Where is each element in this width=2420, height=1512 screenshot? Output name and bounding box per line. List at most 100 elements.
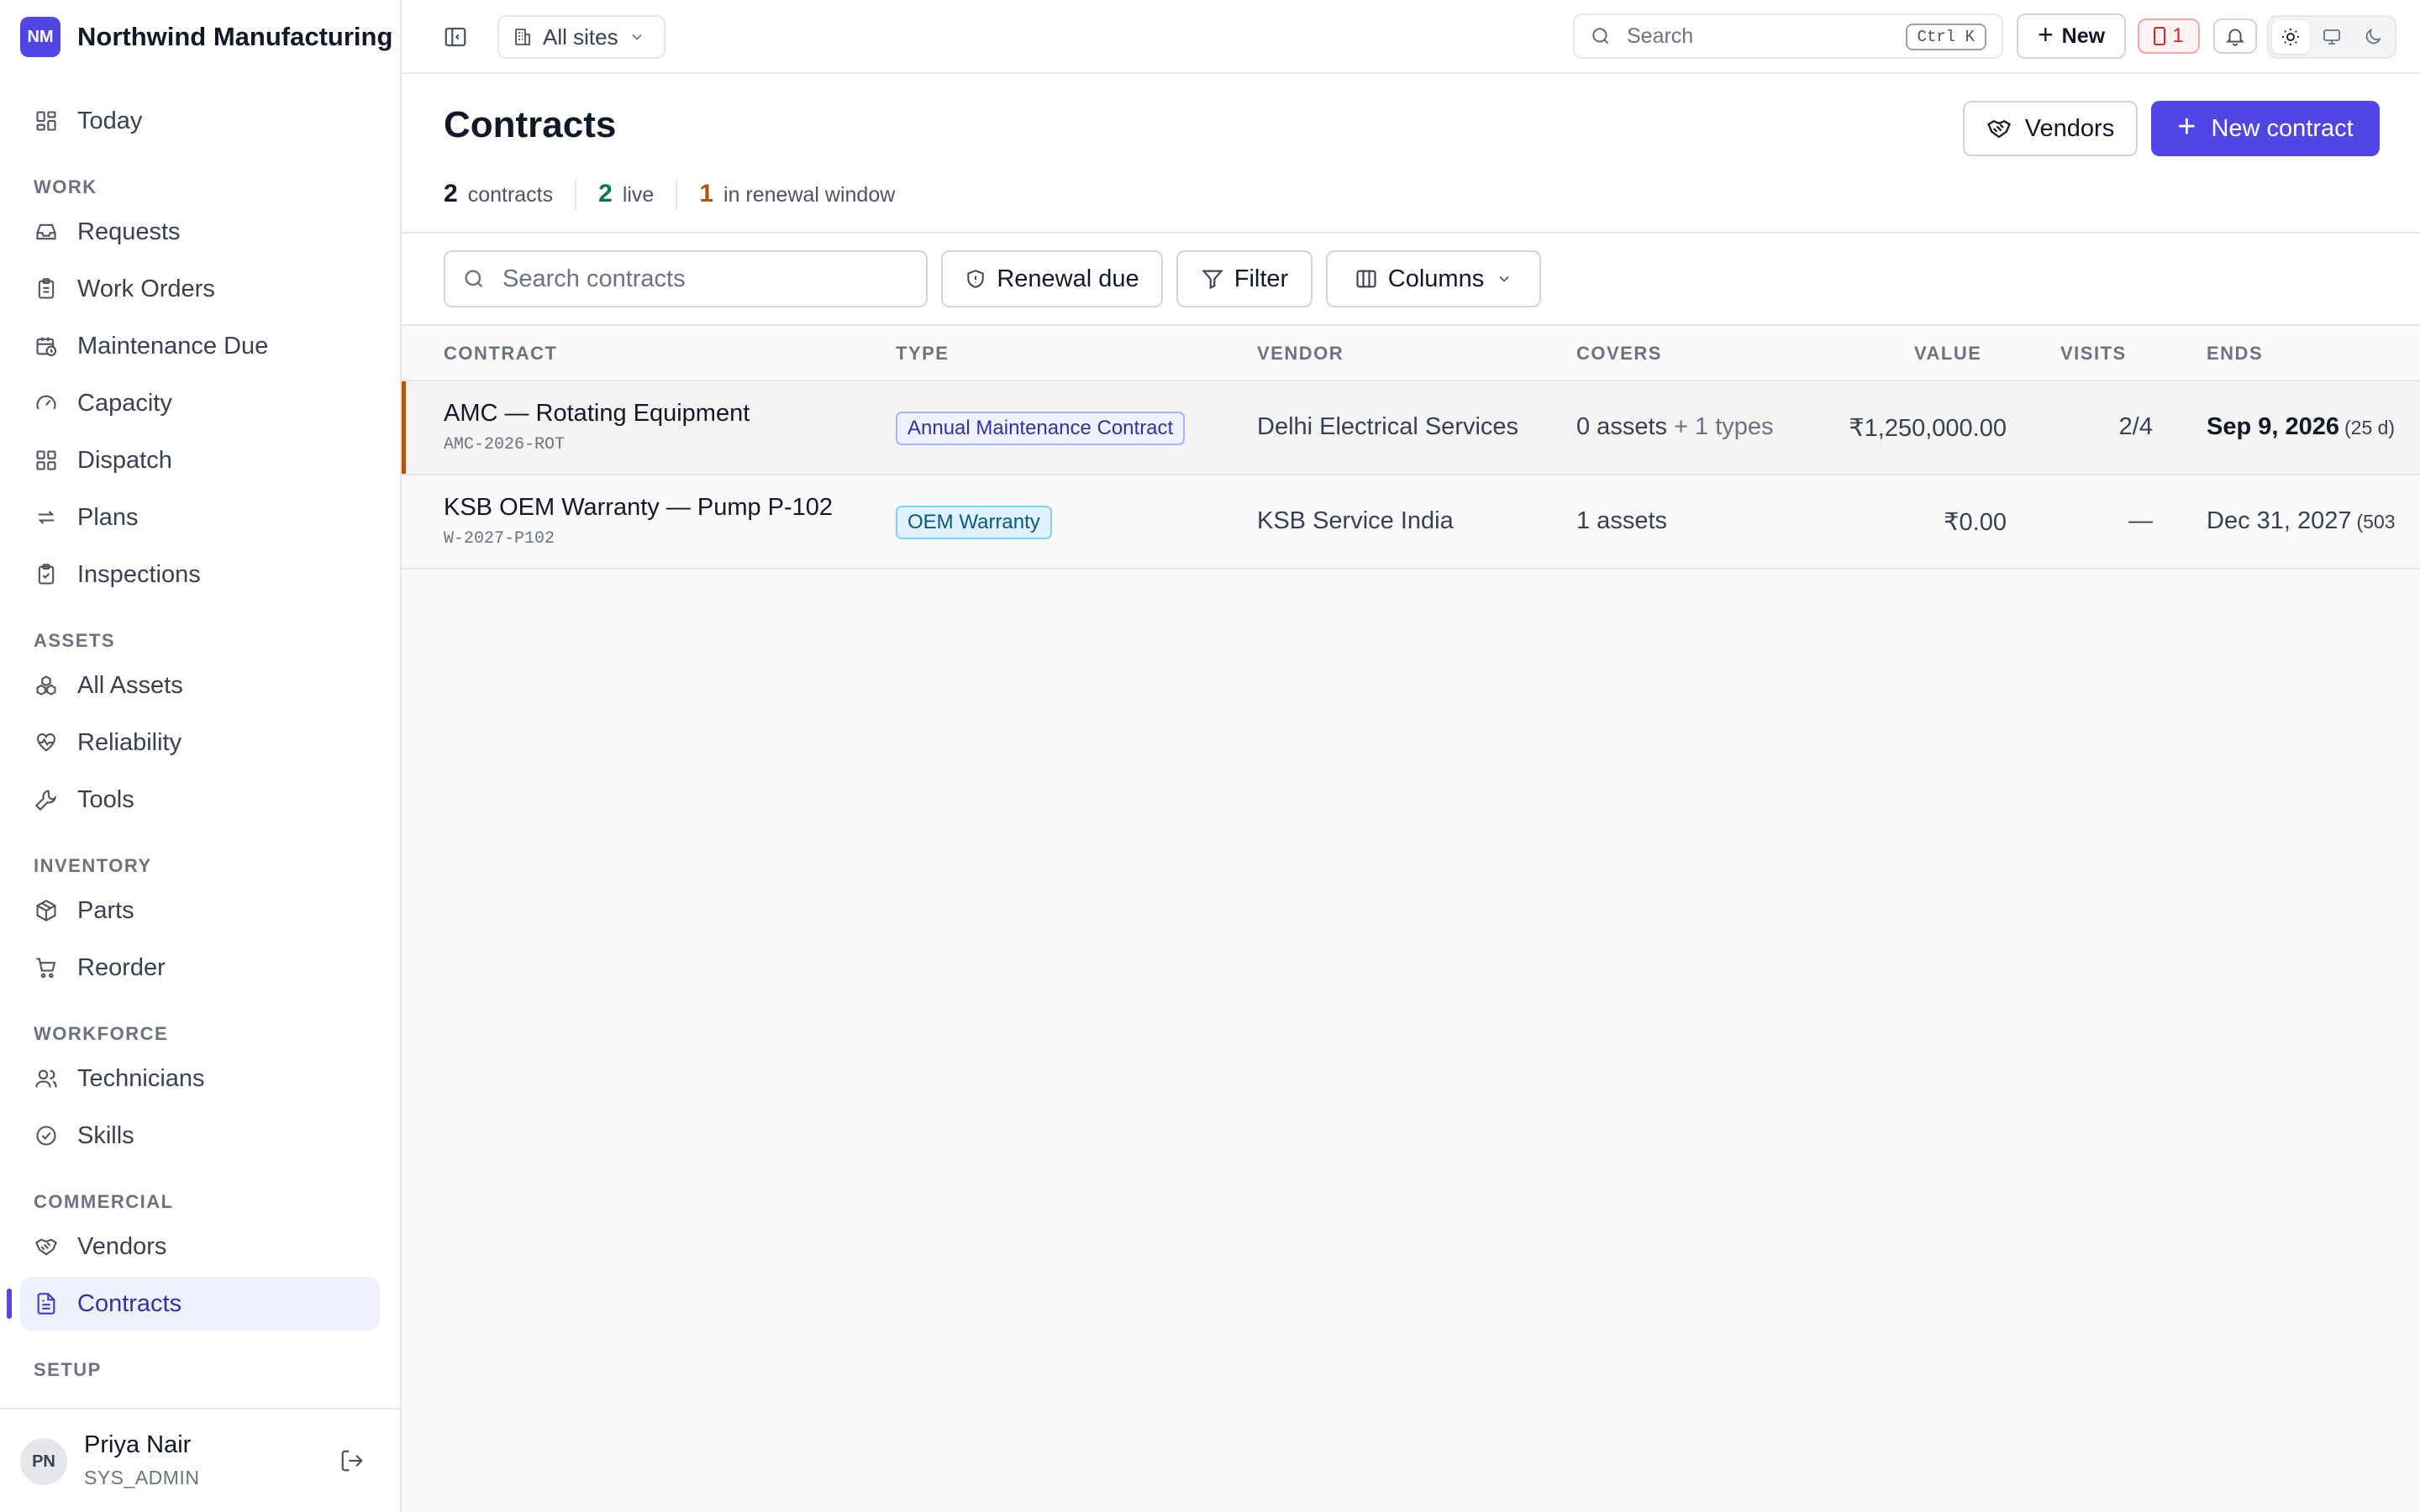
handshake-icon	[34, 1234, 59, 1259]
brand[interactable]: NM Northwind Manufacturing	[20, 17, 392, 57]
contract-vendor: Delhi Electrical Services	[1257, 413, 1519, 440]
nav-section-inventory: INVENTORY	[34, 855, 152, 876]
nav-section-setup: SETUP	[34, 1359, 102, 1380]
sidebar-item-all-assets[interactable]: All Assets	[20, 659, 380, 712]
sidebar-item-technicians[interactable]: Technicians	[20, 1052, 380, 1105]
columns-label: Columns	[1387, 265, 1485, 292]
sidebar-item-label: Requests	[77, 218, 181, 245]
plus-icon: +	[2037, 18, 2054, 50]
gauge-icon	[34, 391, 59, 416]
sidebar-item-label: Dispatch	[77, 446, 172, 474]
sidebar-item-work-orders[interactable]: Work Orders	[20, 262, 380, 316]
clipboard-list-icon	[34, 276, 59, 302]
alerts-badge[interactable]: 1	[2138, 18, 2200, 54]
sidebar-nav: Today WORK Requests Work Orders Maintena	[0, 94, 400, 1388]
contract-covers: 0 assets + 1 types	[1576, 413, 1774, 441]
column-header-covers[interactable]: COVERS	[1576, 326, 1662, 381]
sidebar-item-requests[interactable]: Requests	[20, 205, 380, 259]
grid-icon	[34, 448, 59, 473]
brand-logo: NM	[20, 17, 60, 57]
nav-section-commercial: COMMERCIAL	[34, 1191, 174, 1212]
table-row[interactable]: KSB OEM Warranty — Pump P-102 W-2027-P10…	[402, 475, 2420, 570]
contract-type-badge: OEM Warranty	[896, 506, 1052, 539]
new-button-label: New	[2061, 24, 2106, 48]
sidebar-item-parts[interactable]: Parts	[20, 884, 380, 937]
covers-assets: 1 assets	[1576, 507, 1667, 534]
stat-contracts: 2 contracts	[444, 180, 577, 210]
table-row[interactable]: AMC — Rotating Equipment AMC-2026-ROT An…	[402, 381, 2420, 475]
theme-light-button[interactable]	[2272, 20, 2310, 54]
users-icon	[34, 1066, 59, 1091]
site-selector[interactable]: All sites	[497, 15, 666, 59]
sidebar-item-maintenance-due[interactable]: Maintenance Due	[20, 319, 380, 373]
contract-name[interactable]: KSB OEM Warranty — Pump P-102	[444, 494, 833, 522]
sidebar-item-label: Capacity	[77, 389, 172, 417]
user-profile: PN Priya Nair SYS_ADMIN	[0, 1408, 400, 1512]
sidebar-item-label: Contracts	[77, 1289, 182, 1317]
sidebar-item-label: All Assets	[77, 671, 183, 699]
new-contract-button[interactable]: + New contract	[2151, 101, 2380, 156]
column-header-contract[interactable]: CONTRACT	[444, 326, 557, 381]
covers-assets: 0 assets	[1576, 413, 1667, 440]
contract-code: W-2027-P102	[444, 529, 555, 549]
column-header-visits[interactable]: VISITS	[2060, 326, 2127, 381]
vendors-button[interactable]: Vendors	[1963, 101, 2138, 156]
sidebar-item-capacity[interactable]: Capacity	[20, 376, 380, 430]
inbox-icon	[34, 219, 59, 244]
ends-date: Dec 31, 2027	[2207, 507, 2352, 534]
stat-label: in renewal window	[723, 183, 896, 207]
brand-name: Northwind Manufacturing	[77, 22, 393, 51]
sidebar-item-contracts[interactable]: Contracts	[7, 1277, 380, 1331]
shield-icon	[965, 268, 986, 290]
sidebar-item-inspections[interactable]: Inspections	[20, 548, 380, 601]
theme-switcher	[2267, 15, 2396, 59]
column-header-ends[interactable]: ENDS	[2207, 326, 2263, 381]
sidebar-item-vendors[interactable]: Vendors	[20, 1220, 380, 1273]
stat-value: 2	[598, 180, 613, 207]
new-button[interactable]: + New	[2017, 13, 2126, 59]
repeat-icon	[34, 505, 59, 530]
renewal-due-button[interactable]: Renewal due	[941, 250, 1163, 307]
sidebar-item-label: Technicians	[77, 1064, 205, 1092]
sidebar-item-reorder[interactable]: Reorder	[20, 941, 380, 995]
contract-covers: 1 assets	[1576, 507, 1667, 535]
theme-system-button[interactable]	[2313, 20, 2351, 54]
sidebar-item-reliability[interactable]: Reliability	[20, 716, 380, 769]
ends-remaining: (503	[2356, 511, 2396, 533]
theme-dark-button[interactable]	[2354, 20, 2391, 54]
renewal-due-label: Renewal due	[997, 265, 1139, 292]
column-header-value[interactable]: VALUE	[1914, 326, 1981, 381]
table-toolbar: Search contracts Renewal due Filter Colu…	[402, 234, 2420, 326]
contracts-table: CONTRACT TYPE VENDOR COVERS VALUE VISITS…	[402, 326, 2420, 570]
contract-code: AMC-2026-ROT	[444, 435, 566, 454]
alerts-count: 1	[2172, 24, 2184, 47]
sidebar-item-label: Plans	[77, 503, 139, 531]
notifications-button[interactable]	[2213, 18, 2257, 54]
sidebar-item-skills[interactable]: Skills	[20, 1109, 380, 1163]
calendar-clock-icon	[34, 333, 59, 359]
sidebar-item-today[interactable]: Today	[20, 94, 380, 148]
sidebar-item-label: Today	[77, 107, 143, 134]
sidebar-item-dispatch[interactable]: Dispatch	[20, 433, 380, 487]
sidebar-item-label: Parts	[77, 896, 134, 924]
contract-value: ₹1,250,000.00	[1849, 415, 2007, 442]
ends-remaining: (25 d)	[2344, 417, 2396, 438]
table-header: CONTRACT TYPE VENDOR COVERS VALUE VISITS…	[402, 326, 2420, 381]
sidebar-item-tools[interactable]: Tools	[20, 773, 380, 827]
columns-button[interactable]: Columns	[1326, 250, 1541, 307]
contract-name[interactable]: AMC — Rotating Equipment	[444, 400, 750, 428]
dashboard-icon	[34, 108, 59, 134]
new-contract-button-label: New contract	[2211, 114, 2354, 142]
sidebar-item-plans[interactable]: Plans	[20, 491, 380, 544]
contracts-search-input[interactable]: Search contracts	[444, 250, 928, 307]
column-header-type[interactable]: TYPE	[896, 326, 949, 381]
filter-label: Filter	[1234, 265, 1289, 292]
avatar[interactable]: PN	[20, 1438, 67, 1485]
logout-icon[interactable]	[339, 1448, 368, 1477]
sidebar: NM Northwind Manufacturing Today WORK Re…	[0, 0, 402, 1512]
sidebar-toggle-icon[interactable]	[439, 20, 472, 54]
filter-button[interactable]: Filter	[1176, 250, 1313, 307]
column-header-vendor[interactable]: VENDOR	[1257, 326, 1344, 381]
contract-visits: —	[2128, 507, 2153, 534]
global-search[interactable]: Search Ctrl K	[1573, 13, 2003, 59]
